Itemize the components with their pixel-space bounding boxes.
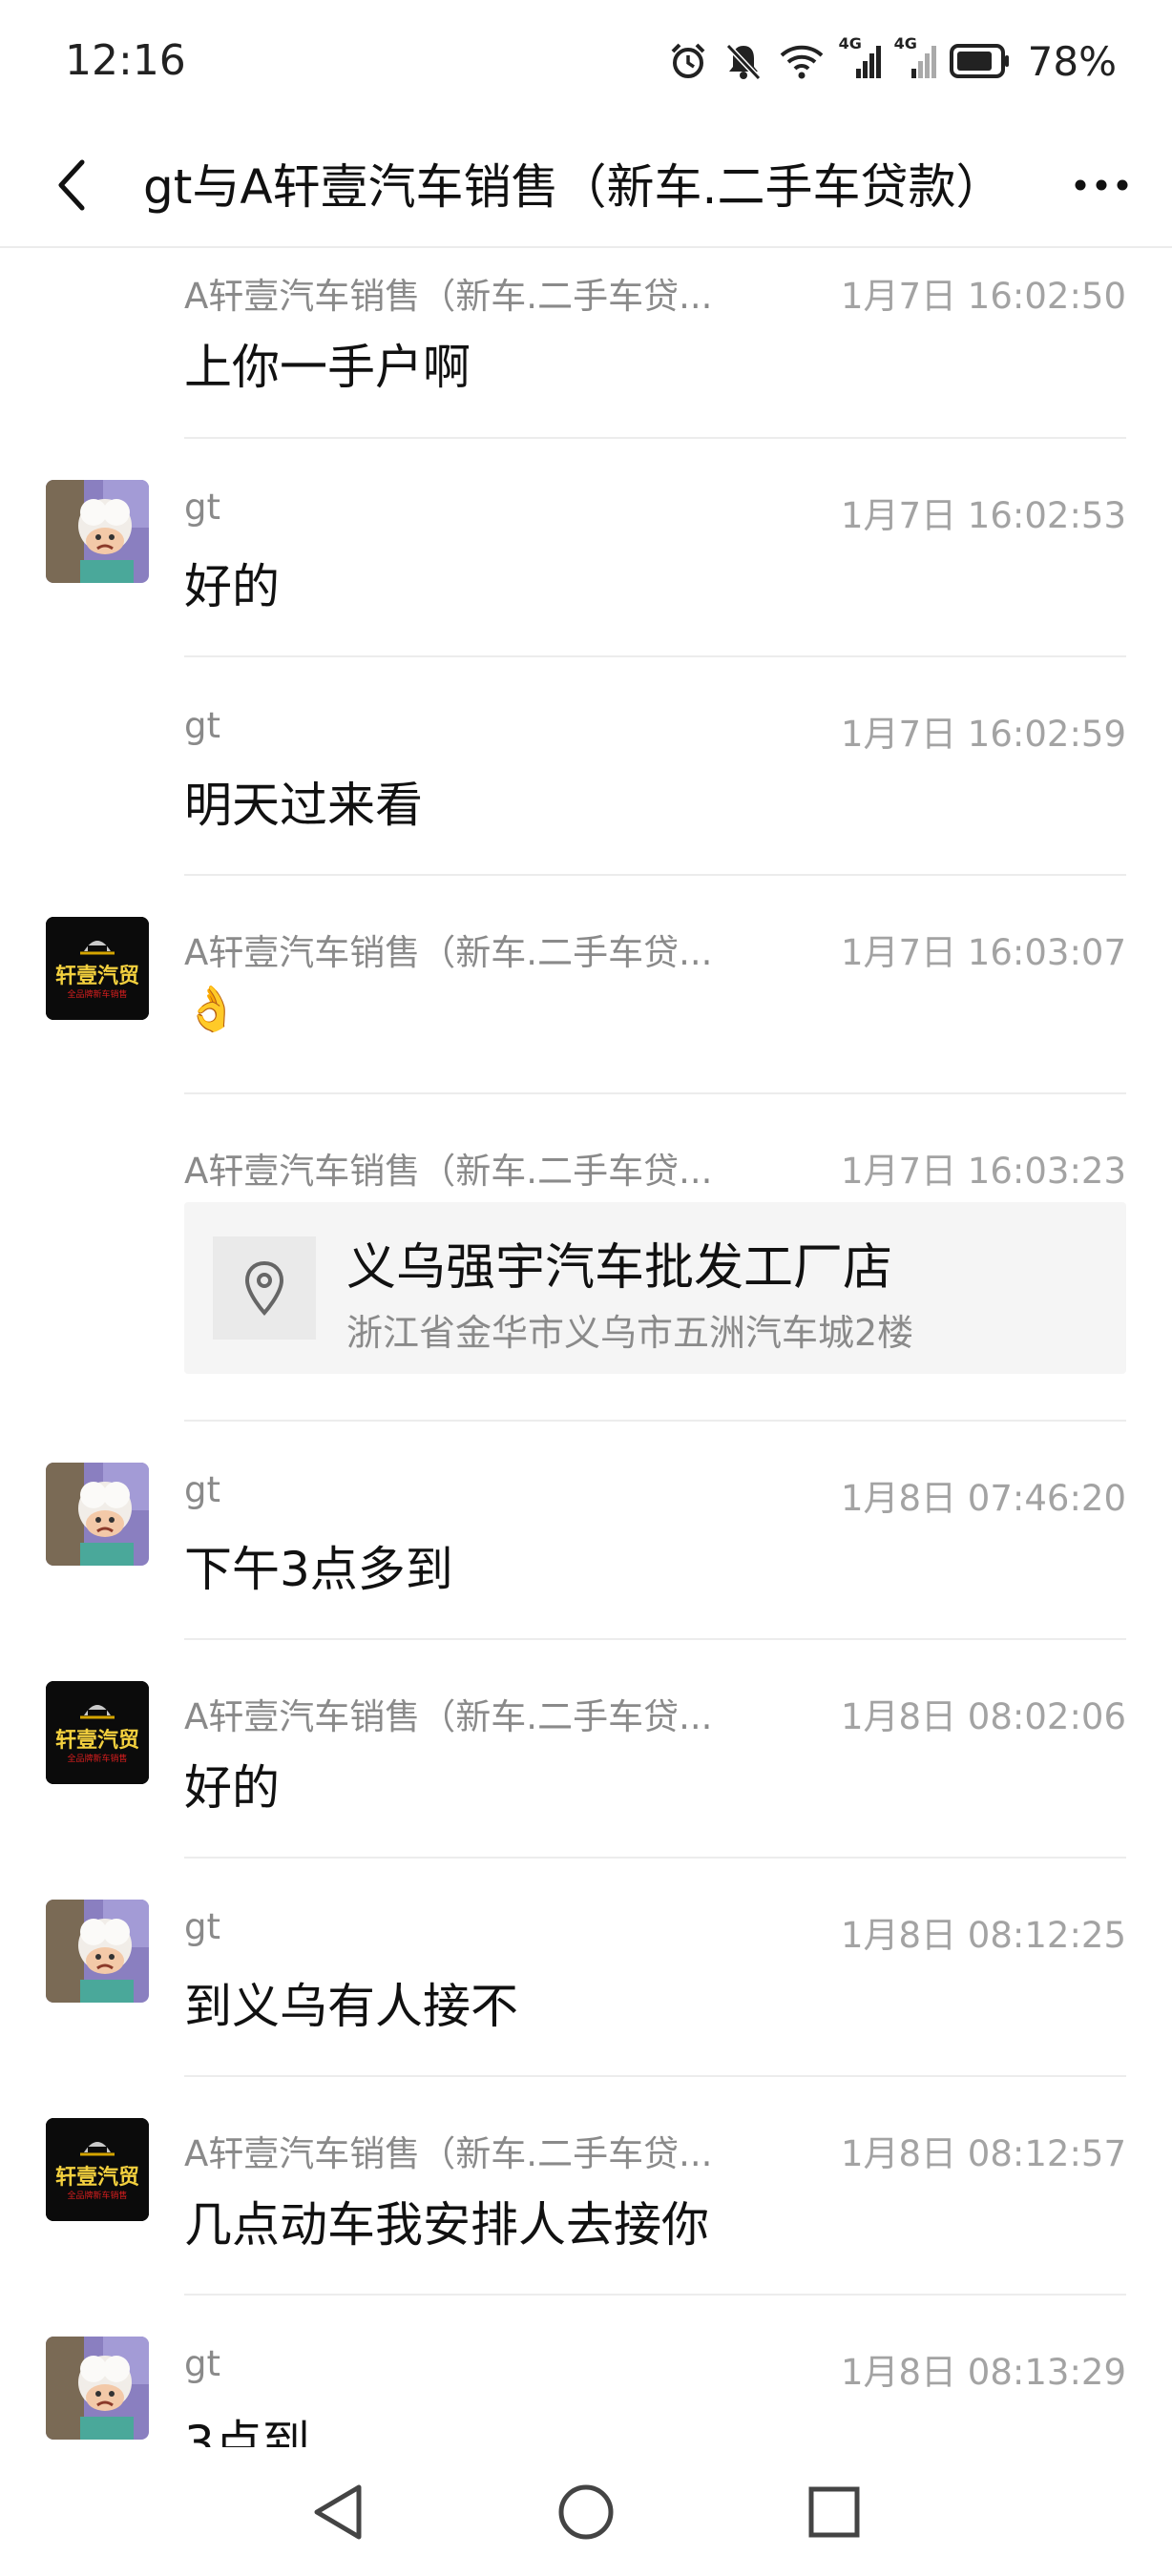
- shop-avatar-title: 轩壹汽贸: [54, 965, 139, 988]
- message-text: 到义乌有人接不: [184, 1979, 518, 2034]
- message-row[interactable]: gt 1月7日 16:02:53 好的: [0, 439, 1172, 657]
- sender-name: A轩壹汽车销售（新车.二手车贷...: [184, 276, 713, 317]
- avatar-shop[interactable]: 轩壹汽贸 全品牌新车销售: [46, 917, 149, 1020]
- sender-name: A轩壹汽车销售（新车.二手车贷...: [184, 1151, 713, 1192]
- message-text: 明天过来看: [184, 778, 423, 833]
- status-icons: 4G 4G 78%: [667, 34, 1117, 86]
- shop-avatar-title: 轩壹汽贸: [54, 2166, 139, 2190]
- nav-back-button[interactable]: [300, 2474, 376, 2550]
- sender-name: A轩壹汽车销售（新车.二手车贷...: [184, 932, 713, 973]
- sender-name: A轩壹汽车销售（新车.二手车贷...: [184, 1696, 713, 1737]
- message-row[interactable]: gt 1月8日 08:13:29 3点到: [0, 2296, 1172, 2447]
- shop-avatar-subtitle: 全品牌新车销售: [67, 990, 128, 1000]
- chat-title: gt与A轩壹汽车销售（新车.二手车贷款）: [143, 159, 1004, 215]
- avatar-shop[interactable]: 轩壹汽贸 全品牌新车销售: [46, 2118, 149, 2221]
- battery-percent: 78%: [1027, 37, 1117, 85]
- sheep-avatar-icon: [46, 1463, 149, 1566]
- message-time: 1月7日 16:02:50: [840, 276, 1126, 317]
- sender-name: gt: [184, 705, 220, 746]
- sheep-avatar-icon: [46, 1900, 149, 2003]
- message-row[interactable]: 轩壹汽贸 全品牌新车销售 A轩壹汽车销售（新车.二手车贷... 1月8日 08:…: [0, 2077, 1172, 2296]
- nav-home-button[interactable]: [548, 2474, 624, 2550]
- location-pin-icon: [213, 1236, 316, 1340]
- sheep-avatar-icon: [46, 2337, 149, 2440]
- message-time: 1月8日 07:46:20: [840, 1478, 1126, 1519]
- location-card[interactable]: 义乌强宇汽车批发工厂店 浙江省金华市义乌市五洲汽车城2楼: [184, 1202, 1126, 1374]
- message-time: 1月8日 08:02:06: [840, 1696, 1126, 1737]
- system-nav-bar: [0, 2447, 1172, 2576]
- message-list[interactable]: A轩壹汽车销售（新车.二手车贷... 1月7日 16:02:50 上你一手户啊 …: [0, 248, 1172, 2447]
- message-row[interactable]: gt 1月7日 16:02:59 明天过来看: [0, 657, 1172, 876]
- message-time: 1月7日 16:02:53: [840, 495, 1126, 536]
- avatar-gt[interactable]: [46, 1900, 149, 2003]
- status-time: 12:16: [65, 36, 186, 85]
- nav-recents-button[interactable]: [796, 2474, 872, 2550]
- message-time: 1月8日 08:13:29: [840, 2352, 1126, 2393]
- message-row[interactable]: A轩壹汽车销售（新车.二手车贷... 1月7日 16:02:50 上你一手户啊: [0, 248, 1172, 439]
- message-time: 1月8日 08:12:25: [840, 1915, 1126, 1956]
- avatar-gt[interactable]: [46, 480, 149, 583]
- location-name: 义乌强宇汽车批发工厂店: [346, 1239, 893, 1297]
- message-text: 好的: [184, 559, 280, 614]
- message-row[interactable]: A轩壹汽车销售（新车.二手车贷... 1月7日 16:03:23 义乌强宇汽车批…: [0, 1094, 1172, 1422]
- sender-name: gt: [184, 1906, 220, 1947]
- sender-name: gt: [184, 487, 220, 528]
- sender-name: gt: [184, 1469, 220, 1510]
- circle-home-icon: [558, 2484, 614, 2540]
- more-options-button[interactable]: [1063, 147, 1140, 223]
- message-row[interactable]: gt 1月8日 07:46:20 下午3点多到: [0, 1422, 1172, 1640]
- alarm-icon: [667, 40, 709, 82]
- square-recents-icon: [808, 2486, 860, 2538]
- shop-avatar-subtitle: 全品牌新车销售: [67, 2192, 128, 2201]
- triangle-back-icon: [314, 2484, 362, 2540]
- message-time: 1月7日 16:02:59: [840, 714, 1126, 755]
- cell-signal-1-icon: 4G: [839, 34, 881, 82]
- avatar-shop[interactable]: 轩壹汽贸 全品牌新车销售: [46, 1681, 149, 1784]
- location-address: 浙江省金华市义乌市五洲汽车城2楼: [346, 1312, 914, 1354]
- sheep-avatar-icon: [46, 480, 149, 583]
- message-row[interactable]: 轩壹汽贸 全品牌新车销售 A轩壹汽车销售（新车.二手车贷... 1月8日 08:…: [0, 1640, 1172, 1859]
- message-text: 3点到: [184, 2416, 310, 2447]
- sender-name: gt: [184, 2343, 220, 2384]
- message-emoji: 👌: [184, 983, 240, 1034]
- cell-signal-2-icon: 4G: [894, 34, 936, 82]
- message-time: 1月7日 16:03:23: [840, 1151, 1126, 1192]
- battery-icon: [949, 42, 1011, 80]
- message-time: 1月7日 16:03:07: [840, 932, 1126, 973]
- message-text: 下午3点多到: [184, 1542, 453, 1597]
- message-text: 几点动车我安排人去接你: [184, 2197, 709, 2253]
- shop-avatar-subtitle: 全品牌新车销售: [67, 1755, 128, 1764]
- wifi-icon: [778, 40, 826, 82]
- avatar-gt[interactable]: [46, 1463, 149, 1566]
- message-row[interactable]: gt 1月8日 08:12:25 到义乌有人接不: [0, 1859, 1172, 2077]
- chevron-left-icon: [58, 159, 85, 211]
- status-bar: 12:16 4G 4G 78%: [0, 0, 1172, 124]
- message-text: 好的: [184, 1760, 280, 1816]
- chat-header: gt与A轩壹汽车销售（新车.二手车贷款）: [0, 124, 1172, 248]
- mute-bell-icon: [722, 40, 764, 82]
- message-text: 上你一手户啊: [184, 340, 471, 395]
- more-dots-icon: [1075, 179, 1128, 191]
- shop-avatar-title: 轩壹汽贸: [54, 1729, 139, 1753]
- back-button[interactable]: [34, 147, 111, 223]
- message-row[interactable]: 轩壹汽贸 全品牌新车销售 A轩壹汽车销售（新车.二手车贷... 1月7日 16:…: [0, 876, 1172, 1094]
- avatar-gt[interactable]: [46, 2337, 149, 2440]
- sender-name: A轩壹汽车销售（新车.二手车贷...: [184, 2133, 713, 2174]
- message-time: 1月8日 08:12:57: [840, 2133, 1126, 2174]
